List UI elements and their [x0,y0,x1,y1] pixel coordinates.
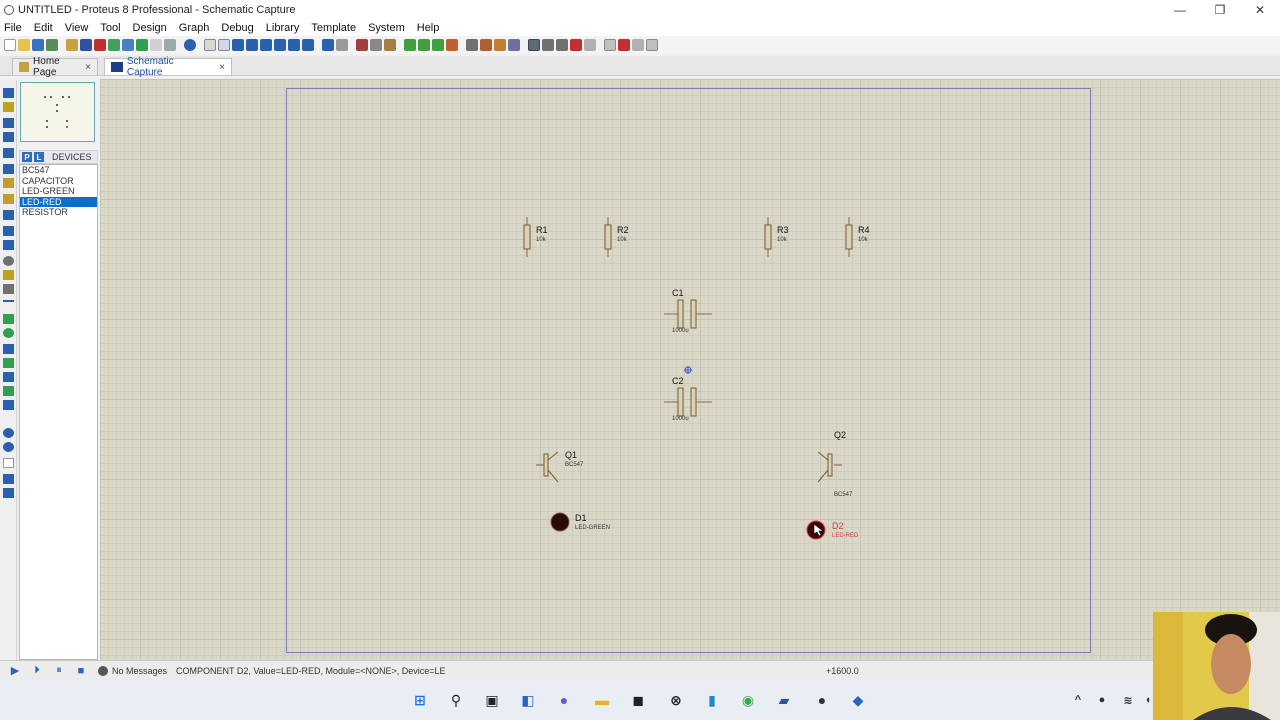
q2-value: BC547 [834,492,853,498]
windows-start-icon[interactable]: ⊞ [408,688,432,712]
led-d1[interactable] [550,512,570,532]
widgets-icon[interactable]: ◧ [516,688,540,712]
q1-ref: Q1 [565,450,578,460]
r3-value: 10k [777,237,787,243]
windows-taskbar: ⊞ ⚲ ▣ ◧ ● ▬ ◼ ⊗ ▮ ◉ ▰ ● ◆ ^ ● ≋ ◖ [0,680,1280,720]
d1-ref: D1 [575,513,587,523]
xbox-icon[interactable]: ⊗ [664,688,688,712]
pause-simulation-icon[interactable]: ⏸ [52,664,66,678]
r4-ref: R4 [858,225,870,235]
info-icon [98,665,108,676]
c2-ref: C2 [672,376,684,386]
q2-ref: Q2 [834,430,847,440]
transistor-q2[interactable] [817,451,842,483]
r3-ref: R3 [777,225,789,235]
file-explorer-icon[interactable]: ▬ [590,688,614,712]
proteus-taskbar-icon[interactable]: ● [810,688,834,712]
component-info: COMPONENT D2, Value=LED-RED, Module=<NON… [176,665,446,676]
microphone-icon[interactable]: ● [1090,688,1114,712]
led-d2[interactable] [806,520,826,540]
webcam-overlay [1153,612,1280,720]
d2-ref: D2 [832,521,844,531]
resistor-r1[interactable] [523,217,531,257]
c1-ref: C1 [672,288,684,298]
r2-value: 10k [617,237,627,243]
capacitor-c1[interactable] [664,299,712,329]
run-simulation-icon[interactable]: ▶ [8,664,22,678]
chrome-icon[interactable]: ◉ [736,688,760,712]
resistor-r3[interactable] [764,217,772,257]
r1-ref: R1 [536,225,548,235]
resistor-r4[interactable] [845,217,853,257]
origin-marker-icon [684,366,692,374]
store-icon[interactable]: ◼ [626,688,650,712]
r2-ref: R2 [617,225,629,235]
c2-value: 1000u [672,416,689,422]
active-app-icon[interactable]: ◆ [846,688,870,712]
word-icon[interactable]: ▰ [772,688,796,712]
status-bar: ▶ ⏵ ⏸ ■ No Messages COMPONENT D2, Value=… [0,660,1280,680]
app-l-icon[interactable]: ▮ [700,688,724,712]
r1-value: 10k [536,237,546,243]
step-simulation-icon[interactable]: ⏵ [30,664,44,678]
r4-value: 10k [858,237,868,243]
task-view-icon[interactable]: ▣ [480,688,504,712]
chevron-up-icon[interactable]: ^ [1066,688,1090,712]
schematic-components [523,217,853,540]
d2-value: LED-RED [832,533,859,539]
stop-simulation-icon[interactable]: ■ [74,664,88,678]
d1-value: LED-GREEN [575,525,611,531]
cursor-coordinate: +1600.0 [826,665,859,676]
capacitor-c2[interactable] [664,387,712,417]
search-icon[interactable]: ⚲ [444,688,468,712]
c1-value: 1000u [672,328,689,334]
webcam-person-image [1153,612,1280,720]
transistor-q1[interactable] [536,451,559,483]
messages-status[interactable]: No Messages [112,666,168,676]
chat-icon[interactable]: ● [552,688,576,712]
q1-value: BC547 [565,462,584,468]
resistor-r2[interactable] [604,217,612,257]
